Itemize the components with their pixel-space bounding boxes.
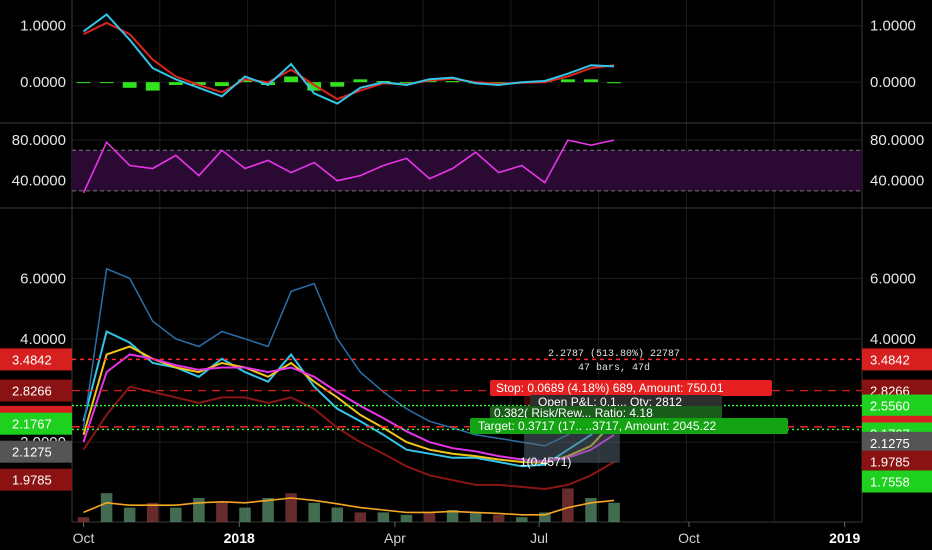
volume-bar — [516, 517, 528, 522]
macd-hist-bar — [607, 82, 621, 84]
macd-tick-right: 0.0000 — [870, 74, 916, 91]
rsi-tick-right: 80.0000 — [870, 132, 924, 149]
volume-bar — [469, 512, 482, 522]
volume-bar — [354, 512, 367, 522]
macd-hist-bar — [99, 82, 114, 84]
x-tick-label: 2018 — [224, 530, 255, 546]
volume-bar — [216, 502, 228, 522]
macd-tick-right: 1.0000 — [870, 18, 916, 35]
x-tick-label: Apr — [384, 530, 406, 546]
rsi-tick-left: 40.0000 — [12, 173, 66, 190]
price-label-left: 3.4842 — [12, 352, 52, 367]
price-label-left: 1.9785 — [12, 473, 52, 488]
volume-bar — [239, 507, 251, 522]
price-label-left: 2.8266 — [12, 384, 52, 399]
macd-tick-left: 0.0000 — [20, 74, 66, 91]
fib-label: 1(0.4571) — [520, 455, 571, 469]
macd-hist-bar — [584, 79, 598, 83]
volume-bar — [77, 517, 90, 522]
macd-hist-bar — [122, 82, 137, 88]
volume-bar — [377, 512, 390, 522]
x-tick-label: Oct — [678, 530, 700, 546]
macd-hist-bar — [215, 82, 229, 87]
target-label: Target: 0.3717 (17.. ..3717, Amount: 204… — [478, 419, 716, 433]
volume-bar — [100, 493, 113, 522]
stop-label: Stop: 0.0689 (4.18%) 689, Amount: 750.01 — [496, 381, 724, 395]
chart-canvas[interactable]: 2.2787 (513.80%) 22787 47 bars, 47d Stop… — [0, 0, 932, 550]
rsi-tick-right: 40.0000 — [870, 173, 924, 190]
risk-label: 0.382( Risk/Rew... Ratio: 4.18 — [494, 406, 653, 420]
volume-bar — [423, 512, 436, 522]
volume-bar — [170, 507, 182, 522]
macd-tick-left: 1.0000 — [20, 18, 66, 35]
price-tick-right: 6.0000 — [870, 270, 916, 287]
price-label-right: 3.4842 — [870, 352, 910, 367]
price-label-left: 2.1275 — [12, 445, 52, 460]
bars-label: 47 bars, 47d — [578, 362, 650, 374]
volume-bar — [562, 488, 574, 522]
volume-bar — [193, 498, 205, 522]
x-tick-label: 2019 — [829, 530, 860, 546]
price-label-right: 1.7558 — [870, 474, 910, 489]
volume-bar — [123, 507, 136, 522]
price-tick-left: 4.0000 — [20, 331, 66, 348]
volume-bar — [492, 514, 505, 522]
range-label: 2.2787 (513.80%) 22787 — [548, 348, 680, 360]
x-tick-label: Oct — [73, 530, 95, 546]
macd-hist-bar — [284, 76, 299, 83]
price-tick-right: 4.0000 — [870, 331, 916, 348]
price-label-right: 2.5560 — [870, 399, 910, 414]
macd-hist-bar — [76, 82, 91, 84]
macd-hist-bar — [145, 82, 160, 91]
rsi-tick-left: 80.0000 — [12, 132, 66, 149]
x-tick-label: Jul — [530, 530, 548, 546]
price-tick-left: 6.0000 — [20, 270, 66, 287]
macd-hist-bar — [353, 79, 368, 83]
volume-bar — [400, 514, 413, 522]
volume-bar — [331, 507, 344, 522]
macd-hist-bar — [560, 79, 575, 83]
volume-bar — [608, 502, 620, 522]
macd-hist-bar — [330, 82, 345, 87]
price-label-left: 2.1767 — [12, 417, 52, 432]
price-label-right: 1.9785 — [870, 455, 910, 470]
price-label-right: 2.1275 — [870, 436, 910, 451]
macd-hist-bar — [168, 82, 183, 85]
rsi-band — [72, 150, 862, 191]
volume-bar — [308, 502, 320, 522]
macd-hist-bar — [445, 81, 460, 83]
